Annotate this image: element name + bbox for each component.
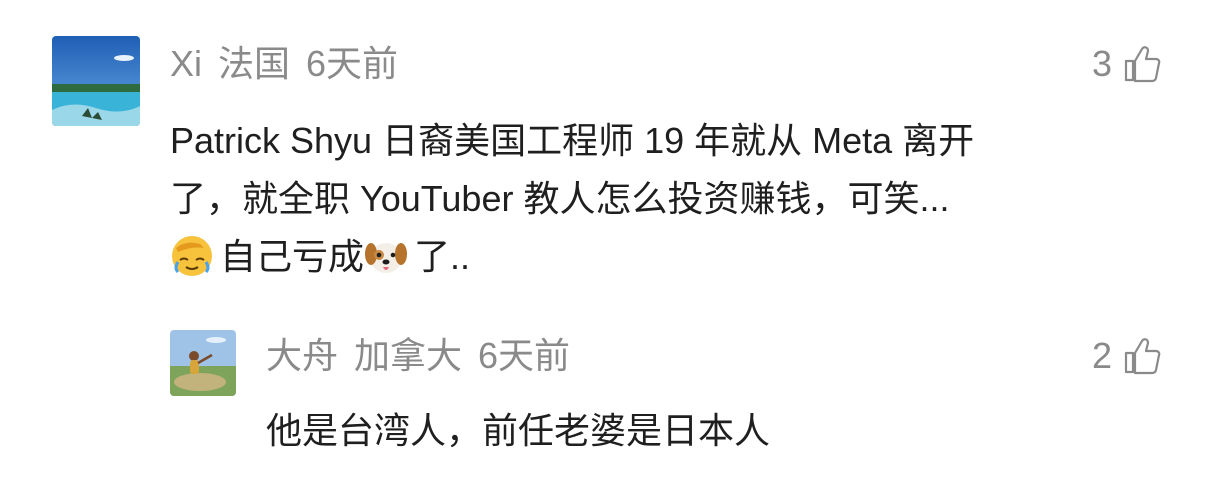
comment-text-segment: 自己亏成 (220, 236, 365, 277)
timestamp: 6天前 (478, 335, 571, 376)
comment-meta: Xi 法国 6天前 (170, 46, 398, 82)
username[interactable]: 大舟 (266, 338, 338, 374)
like-count: 3 (1091, 43, 1112, 84)
comment-text: Patrick Shyu 日裔美国工程师 19 年就从 Meta 离开 了，就全… (170, 112, 1150, 286)
comment-text-line: 了，就全职 YouTuber 教人怎么投资赚钱，可笑... (170, 178, 950, 219)
comment-text-line: 自己亏成 了.. (170, 228, 1150, 286)
avatar-person-image (170, 330, 236, 396)
like-button[interactable]: 2 (1092, 336, 1162, 376)
timestamp: 6天前 (306, 43, 399, 84)
thumbs-up-icon (1124, 46, 1161, 83)
avatar-beach-image (52, 36, 140, 126)
comment-text-line: 他是台湾人，前任老婆是日本人 (266, 410, 771, 451)
comment-text-line: Patrick Shyu 日裔美国工程师 19 年就从 Meta 离开 (170, 120, 975, 161)
avatar[interactable] (170, 330, 236, 396)
location: 法国 (218, 43, 291, 84)
comment-text-segment: 了.. (414, 236, 471, 277)
thumbs-up-icon (1124, 338, 1161, 375)
comment-meta: 大舟 加拿大 6天前 (266, 338, 570, 374)
comment-text: 他是台湾人，前任老婆是日本人 (266, 402, 1146, 460)
dog-face-emoji (365, 243, 408, 273)
username[interactable]: Xi (170, 46, 202, 82)
like-count: 2 (1091, 335, 1112, 376)
face-palm-crying-emoji (172, 236, 212, 276)
location: 加拿大 (354, 335, 463, 376)
like-button[interactable]: 3 (1092, 44, 1162, 84)
comment-thread: Xi 法国 6天前 3 Patrick Shyu 日裔美国工程师 19 年就从 … (0, 0, 1206, 487)
avatar[interactable] (52, 36, 140, 126)
